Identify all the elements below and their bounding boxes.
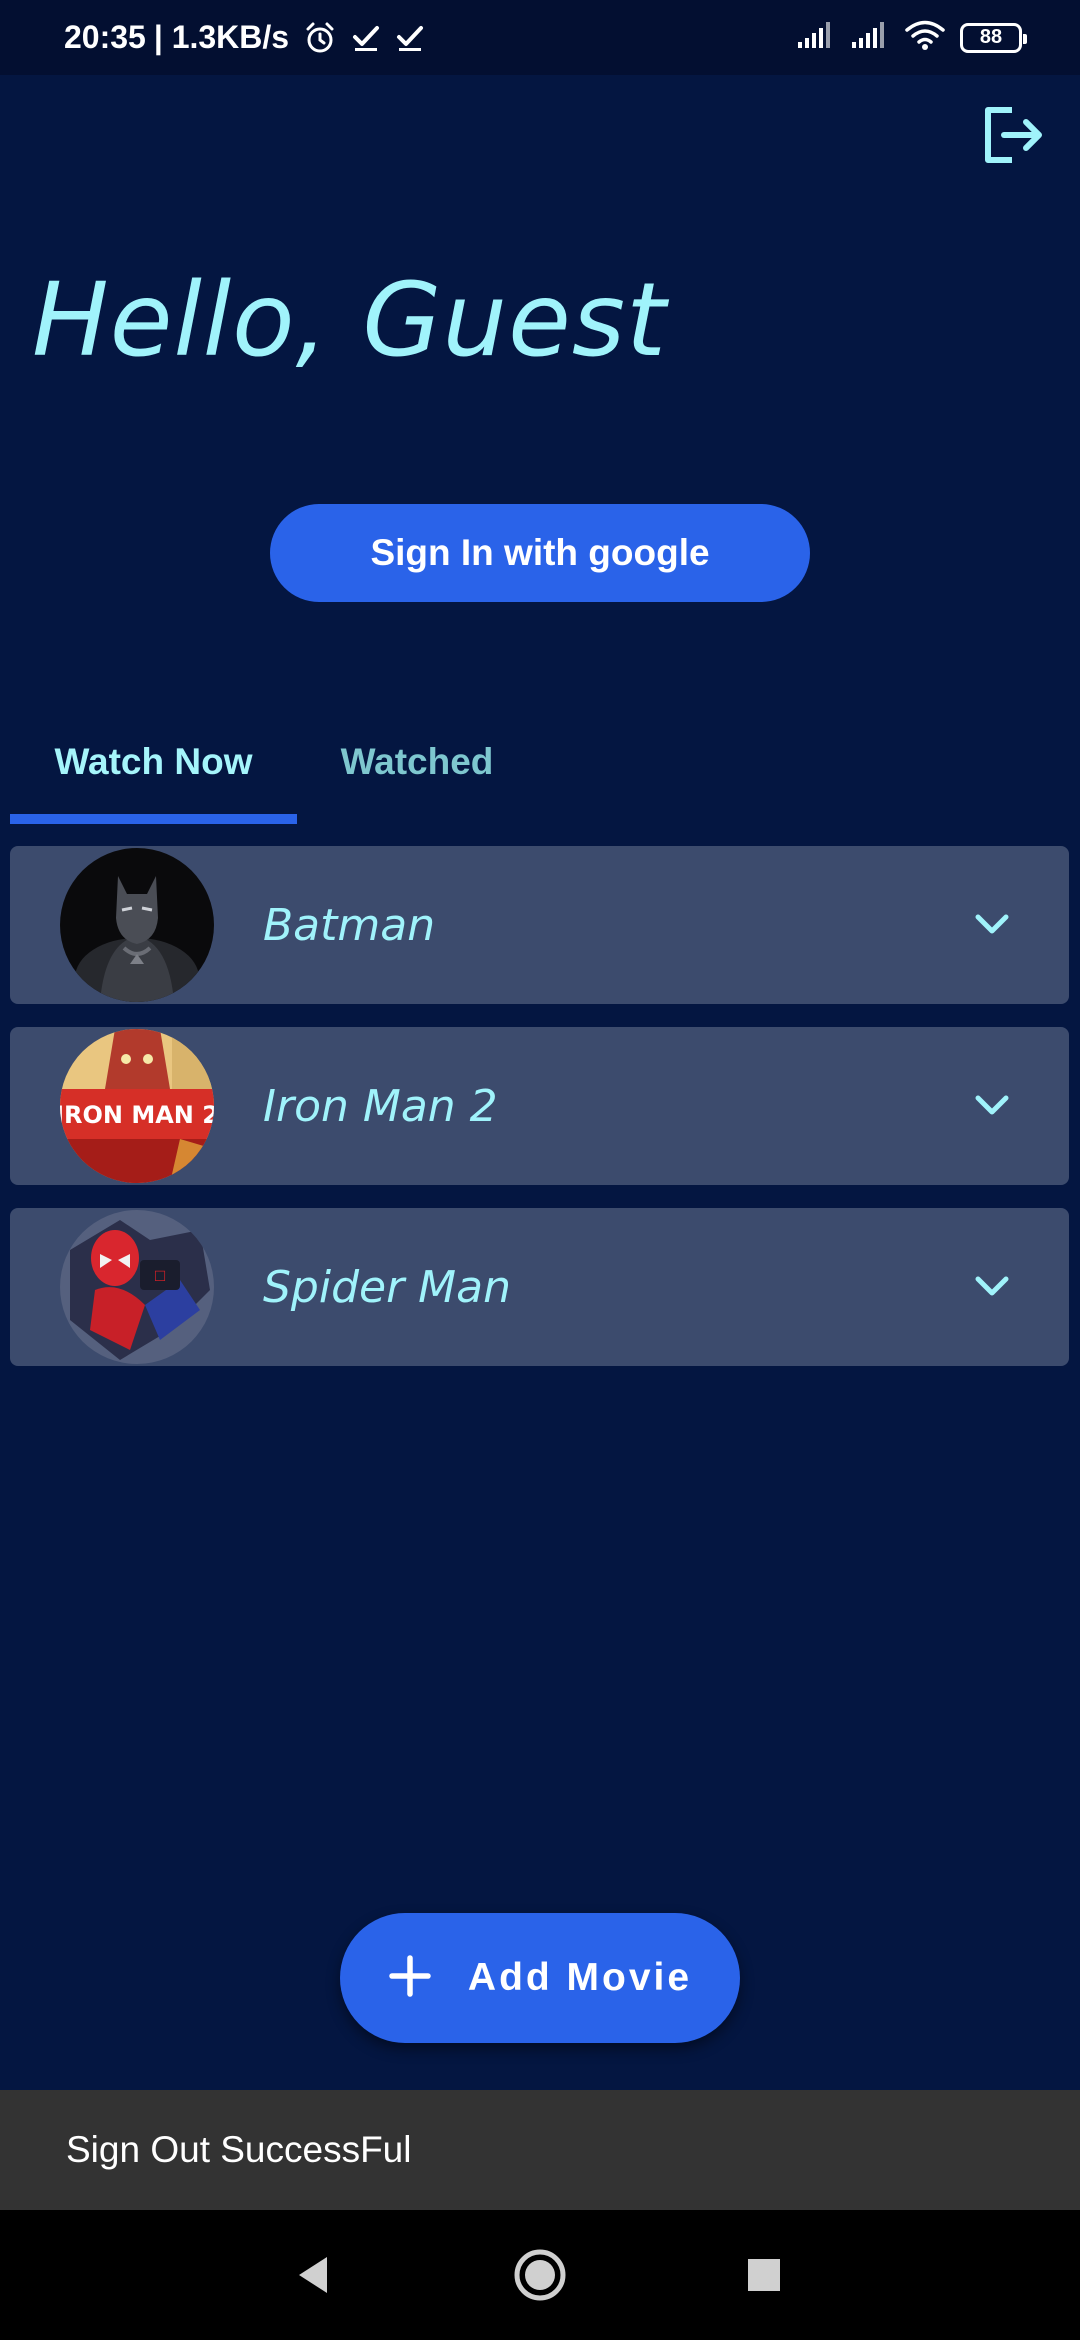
recents-icon[interactable] bbox=[704, 2210, 824, 2340]
alarm-icon bbox=[303, 21, 337, 55]
back-icon[interactable] bbox=[253, 2210, 373, 2340]
logout-icon[interactable] bbox=[978, 100, 1048, 170]
poster-text: IRON MAN 2 bbox=[60, 1101, 214, 1129]
network-speed: | 1.3KB/s bbox=[153, 19, 290, 55]
tab-bar: Watch Now Watched bbox=[0, 700, 1080, 824]
sign-in-google-button[interactable]: Sign In with google bbox=[270, 504, 810, 602]
list-item[interactable]: ☐ Spider Man bbox=[10, 1208, 1069, 1366]
signal-icon bbox=[850, 20, 890, 55]
snackbar-message: Sign Out SuccessFul bbox=[66, 2129, 412, 2170]
snackbar: Sign Out SuccessFul bbox=[0, 2090, 1080, 2210]
greeting-title: Hello, Guest bbox=[32, 261, 667, 380]
chevron-down-icon[interactable] bbox=[972, 1267, 1012, 1307]
tab-watched[interactable]: Watched bbox=[297, 700, 537, 824]
svg-text:☐: ☐ bbox=[154, 1269, 167, 1285]
tab-indicator bbox=[10, 814, 297, 824]
status-time: 20:35 bbox=[64, 19, 146, 55]
movie-title: Spider Man bbox=[263, 1261, 511, 1313]
status-left: 20:35 | 1.3KB/s bbox=[64, 0, 425, 75]
movie-list: Batman IRON MAN 2 Iron Man 2 ☐ Spider Ma… bbox=[10, 846, 1069, 1389]
add-movie-label: Add Movie bbox=[467, 1956, 693, 1999]
download-done-icon bbox=[395, 23, 425, 53]
status-bar: 20:35 | 1.3KB/s 88 bbox=[0, 0, 1080, 75]
home-icon[interactable] bbox=[480, 2210, 600, 2340]
wifi-icon bbox=[904, 19, 946, 56]
list-item[interactable]: IRON MAN 2 Iron Man 2 bbox=[10, 1027, 1069, 1185]
list-item[interactable]: Batman bbox=[10, 846, 1069, 1004]
battery-indicator: 88 bbox=[960, 22, 1027, 53]
system-nav-bar bbox=[0, 2210, 1080, 2340]
add-movie-button[interactable]: Add Movie bbox=[340, 1913, 740, 2043]
battery-level: 88 bbox=[979, 26, 1003, 48]
movie-title: Iron Man 2 bbox=[263, 1080, 498, 1132]
iron-man-2-poster: IRON MAN 2 bbox=[60, 1029, 214, 1183]
batman-poster bbox=[60, 848, 214, 1002]
chevron-down-icon[interactable] bbox=[972, 1086, 1012, 1126]
plus-icon bbox=[388, 1954, 432, 2003]
spider-man-poster: ☐ bbox=[60, 1210, 214, 1364]
tab-watch-now[interactable]: Watch Now bbox=[10, 700, 297, 824]
chevron-down-icon[interactable] bbox=[972, 905, 1012, 945]
download-done-icon bbox=[351, 23, 381, 53]
status-right: 88 bbox=[796, 0, 1027, 75]
signal-icon bbox=[796, 20, 836, 55]
movie-title: Batman bbox=[263, 899, 436, 951]
